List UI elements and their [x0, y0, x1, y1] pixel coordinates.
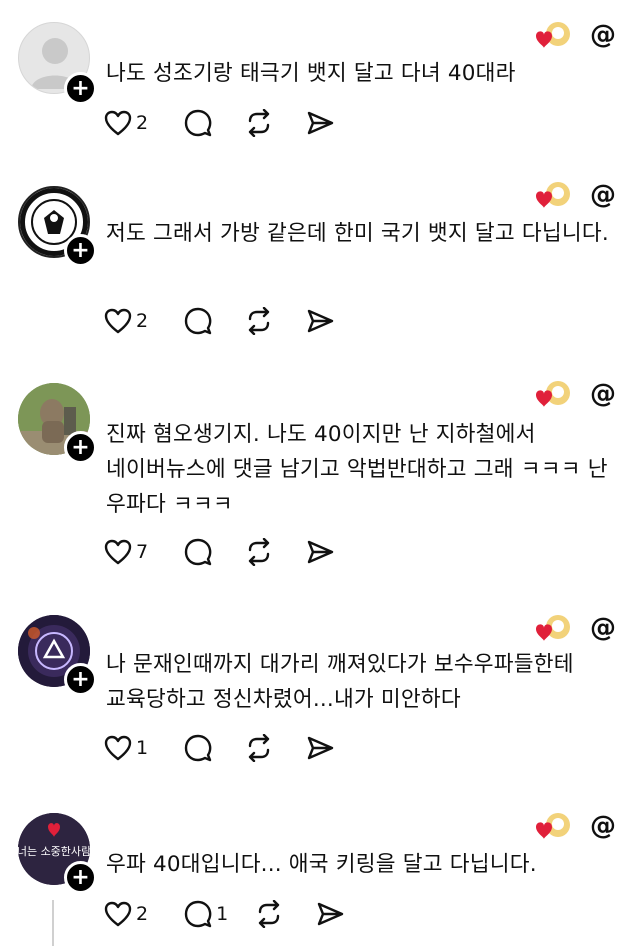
heart-icon — [104, 308, 132, 334]
like-button[interactable]: 7 — [104, 539, 148, 565]
reply-post: + @ 나도 성조기랑 태극기 뱃지 달고 다녀 40대라 2 — [0, 0, 640, 159]
heart-icon — [104, 901, 132, 927]
repost-button[interactable] — [244, 734, 274, 762]
like-count: 2 — [136, 310, 149, 332]
threads-logo-icon[interactable]: @ — [590, 613, 616, 643]
like-count: 2 — [136, 112, 149, 134]
share-button[interactable] — [306, 735, 334, 761]
share-button[interactable] — [306, 539, 334, 565]
follow-button[interactable]: + — [64, 72, 97, 105]
send-icon — [307, 309, 334, 333]
post-text: 우파 40대입니다... 애국 키링을 달고 다닙니다. — [106, 852, 537, 877]
repost-icon — [248, 307, 270, 335]
post-text: 나 문재인때까지 대가리 깨져있다가 보수우파들한테 교육당하고 정신차렸어..… — [106, 652, 574, 712]
like-button[interactable]: 2 — [104, 901, 148, 927]
repost-button[interactable] — [254, 900, 284, 928]
like-count: 2 — [136, 903, 149, 925]
threads-logo-icon[interactable]: @ — [590, 379, 616, 409]
repost-icon — [258, 900, 280, 928]
like-count: 7 — [136, 541, 149, 563]
like-count: 1 — [136, 737, 149, 759]
reply-post: + @ 저도 그래서 가방 같은데 한미 국기 뱃지 달고 다닙니다. 2 — [0, 158, 640, 358]
heart-icon — [104, 735, 132, 761]
like-button[interactable]: 1 — [104, 735, 148, 761]
comment-icon — [184, 900, 212, 928]
liked-by-author-icon — [534, 613, 572, 643]
threads-logo-icon[interactable]: @ — [590, 180, 616, 210]
avatar-caption: 너는 소중한사람 — [18, 845, 90, 858]
liked-by-author-icon — [534, 180, 572, 210]
send-icon — [307, 540, 334, 564]
send-icon — [307, 736, 334, 760]
reply-count: 1 — [216, 903, 229, 925]
repost-icon — [248, 538, 270, 566]
reply-button[interactable] — [184, 109, 212, 137]
heart-icon — [104, 539, 132, 565]
threads-logo-icon[interactable]: @ — [590, 20, 616, 50]
post-text: 나도 성조기랑 태극기 뱃지 달고 다녀 40대라 — [106, 61, 516, 86]
repost-button[interactable] — [244, 307, 274, 335]
liked-by-author-icon — [534, 20, 572, 50]
post-text: 저도 그래서 가방 같은데 한미 국기 뱃지 달고 다닙니다. — [106, 221, 609, 246]
repost-icon — [248, 109, 270, 137]
follow-button[interactable]: + — [64, 663, 97, 696]
repost-icon — [248, 734, 270, 762]
like-button[interactable]: 2 — [104, 110, 148, 136]
share-button[interactable] — [306, 110, 334, 136]
share-button[interactable] — [306, 308, 334, 334]
reply-button[interactable] — [184, 734, 212, 762]
follow-button[interactable]: + — [64, 861, 97, 894]
follow-button[interactable]: + — [64, 234, 97, 267]
like-button[interactable]: 2 — [104, 308, 148, 334]
comment-icon — [184, 538, 212, 566]
comment-icon — [184, 109, 212, 137]
share-button[interactable] — [316, 901, 344, 927]
comment-icon — [184, 734, 212, 762]
repost-button[interactable] — [244, 538, 274, 566]
send-icon — [307, 111, 334, 135]
thread-connector-line — [52, 900, 54, 946]
follow-button[interactable]: + — [64, 431, 97, 464]
reply-post: 너는 소중한사람 + @ 우파 40대입니다... 애국 키링을 달고 다닙니다… — [0, 787, 640, 946]
reply-post: + @ 진짜 혐오생기지. 나도 40이지만 난 지하철에서 네이버뉴스에 댓글… — [0, 357, 640, 590]
liked-by-author-icon — [534, 379, 572, 409]
repost-button[interactable] — [244, 109, 274, 137]
send-icon — [317, 902, 344, 926]
post-text: 진짜 혐오생기지. 나도 40이지만 난 지하철에서 네이버뉴스에 댓글 남기고… — [106, 422, 608, 517]
reply-button[interactable] — [184, 538, 212, 566]
threads-logo-icon[interactable]: @ — [590, 811, 616, 841]
liked-by-author-icon — [534, 811, 572, 841]
comment-icon — [184, 307, 212, 335]
reply-button[interactable] — [184, 307, 212, 335]
reply-post: + @ 나 문재인때까지 대가리 깨져있다가 보수우파들한테 교육당하고 정신차… — [0, 589, 640, 788]
heart-icon — [104, 110, 132, 136]
reply-button[interactable]: 1 — [184, 900, 228, 928]
